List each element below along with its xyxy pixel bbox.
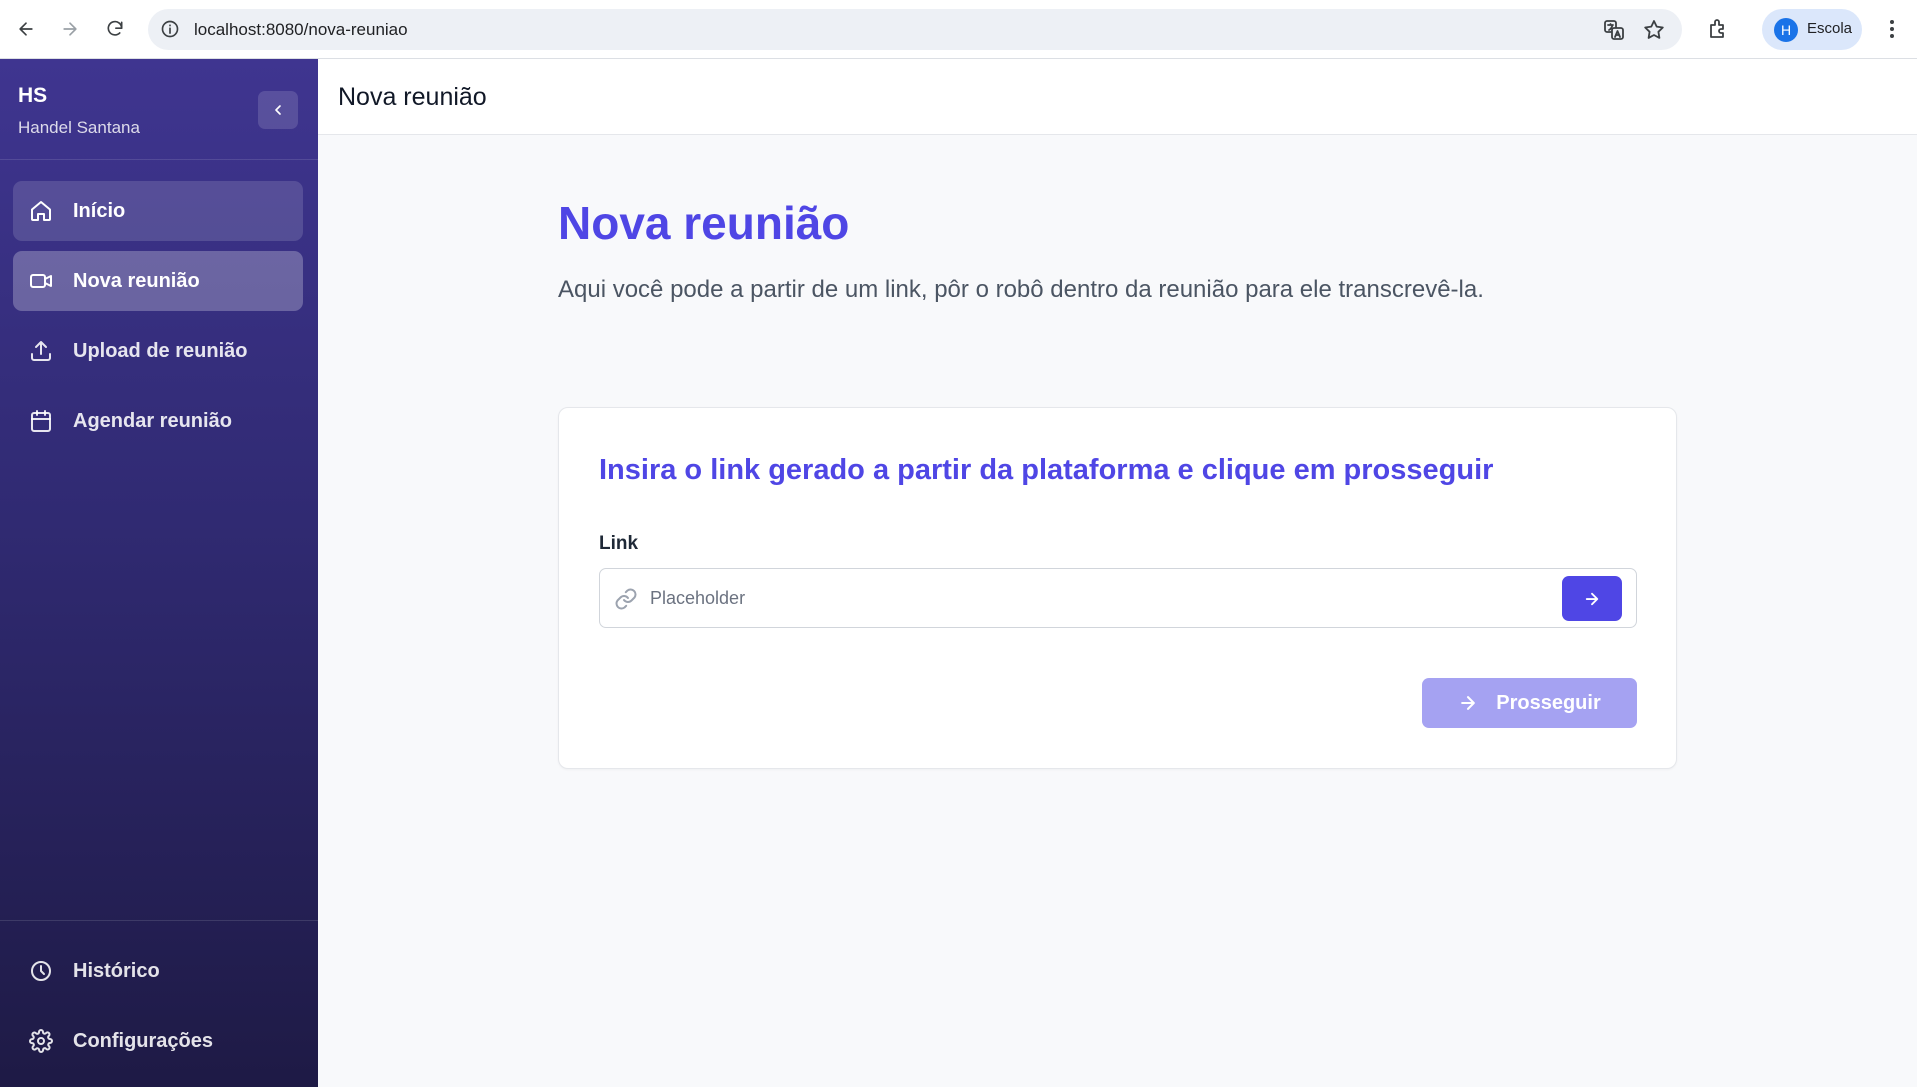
gear-icon	[29, 1029, 53, 1053]
sidebar-item-historico[interactable]: Histórico	[13, 941, 303, 1001]
page-description: Aqui você pode a partir de um link, pôr …	[558, 276, 1484, 303]
sidebar-item-label: Histórico	[73, 959, 160, 982]
arrow-left-icon	[19, 22, 33, 36]
arrow-right-icon	[1461, 696, 1476, 710]
proceed-button[interactable]: Prosseguir	[1422, 678, 1637, 728]
reload-button[interactable]	[100, 14, 130, 44]
sidebar-item-upload[interactable]: Upload de reunião	[13, 321, 303, 381]
proceed-label: Prosseguir	[1496, 691, 1601, 714]
sidebar-item-label: Agendar reunião	[73, 409, 232, 432]
star-icon[interactable]	[1642, 18, 1666, 42]
home-icon	[31, 201, 51, 221]
sidebar-item-inicio[interactable]: Início	[13, 181, 303, 241]
user-initials: HS	[18, 84, 48, 107]
arrow-right-icon	[63, 22, 77, 36]
reload-icon	[107, 20, 123, 36]
info-icon[interactable]	[160, 19, 180, 39]
address-bar[interactable]: localhost:8080/nova-reuniao	[148, 9, 1682, 50]
sidebar-header: HS Handel Santana	[0, 59, 318, 160]
sidebar: HS Handel Santana Início Nova reunião Up…	[0, 59, 318, 1087]
browser-toolbar: localhost:8080/nova-reuniao H Escola	[0, 0, 1917, 59]
chevron-left-icon	[275, 105, 281, 115]
sidebar-item-label: Upload de reunião	[73, 339, 248, 362]
sidebar-divider	[0, 920, 318, 921]
url-text[interactable]: localhost:8080/nova-reuniao	[194, 20, 408, 40]
link-icon	[615, 588, 637, 610]
page-header: Nova reunião	[318, 59, 1917, 135]
upload-icon	[31, 341, 51, 361]
profile-name: Escola	[1807, 20, 1853, 37]
sidebar-item-configuracoes[interactable]: Configurações	[13, 1011, 303, 1071]
sidebar-item-label: Nova reunião	[73, 269, 200, 292]
arrow-right-icon	[1585, 592, 1599, 605]
avatar: H	[1774, 18, 1798, 42]
profile-button[interactable]: H Escola	[1762, 9, 1862, 50]
submit-link-button[interactable]	[1562, 576, 1622, 621]
sidebar-item-label: Configurações	[73, 1029, 214, 1052]
video-icon	[30, 274, 52, 288]
more-vertical-icon[interactable]	[1880, 17, 1904, 41]
extensions-icon[interactable]	[1706, 17, 1730, 41]
translate-icon[interactable]	[1602, 18, 1626, 42]
back-button[interactable]	[11, 14, 41, 44]
link-input[interactable]	[650, 581, 1550, 615]
link-field	[599, 568, 1637, 628]
user-name: Handel Santana	[18, 118, 140, 137]
sidebar-item-nova-reuniao[interactable]: Nova reunião	[13, 251, 303, 311]
collapse-sidebar-button[interactable]	[258, 91, 298, 129]
forward-button[interactable]	[55, 14, 85, 44]
calendar-icon	[31, 410, 51, 432]
page-title: Nova reunião	[558, 197, 850, 249]
sidebar-item-agendar[interactable]: Agendar reunião	[13, 391, 303, 451]
meeting-link-card: Insira o link gerado a partir da platafo…	[558, 407, 1677, 769]
link-field-label: Link	[599, 533, 639, 554]
header-title: Nova reunião	[338, 83, 487, 111]
clock-icon	[31, 961, 51, 981]
sidebar-item-label: Início	[73, 199, 126, 222]
card-title: Insira o link gerado a partir da platafo…	[599, 454, 1494, 486]
